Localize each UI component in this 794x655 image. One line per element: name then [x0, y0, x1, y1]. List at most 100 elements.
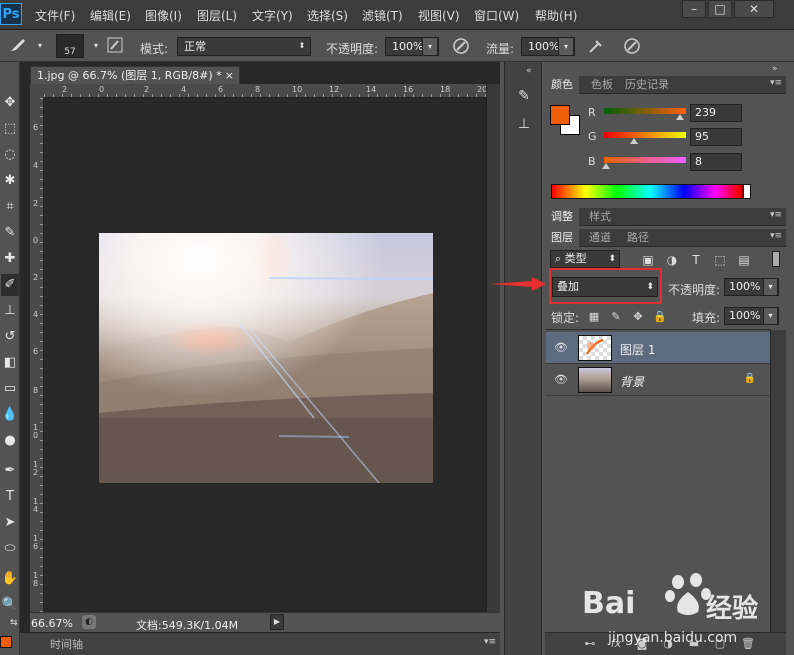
menu-image[interactable]: 图像(I): [145, 7, 182, 24]
tab-layers[interactable]: 图层: [545, 229, 579, 247]
foreground-color-swatch[interactable]: [0, 636, 12, 648]
horizontal-ruler[interactable]: [44, 84, 486, 98]
brush-size-preview[interactable]: 57: [56, 34, 84, 58]
magic-wand-tool-icon[interactable]: ✱: [1, 170, 19, 192]
menu-file[interactable]: 文件(F): [35, 7, 75, 24]
filter-toggle-switch[interactable]: [772, 251, 780, 267]
panel-menu-icon[interactable]: ▾≡: [770, 231, 782, 241]
adjustment-layer-filter-icon[interactable]: ◑: [664, 252, 680, 268]
maximize-button[interactable]: □: [708, 0, 732, 18]
panel-menu-icon[interactable]: ▾≡: [770, 78, 782, 88]
panel-menu-icon[interactable]: ▾≡: [770, 210, 782, 220]
move-tool-icon[interactable]: ✥: [1, 92, 19, 114]
menu-layer[interactable]: 图层(L): [197, 7, 237, 24]
desert-photo[interactable]: [99, 233, 433, 483]
eraser-tool-icon[interactable]: ◧: [1, 352, 19, 374]
green-slider[interactable]: [604, 132, 686, 138]
pressure-opacity-icon[interactable]: [451, 37, 471, 55]
status-menu-arrow-icon[interactable]: ▶: [270, 614, 284, 630]
eye-icon[interactable]: 👁: [554, 373, 568, 387]
chevron-down-icon[interactable]: ▾: [763, 278, 778, 296]
status-info-icon[interactable]: ◐: [82, 615, 96, 629]
menu-help[interactable]: 帮助(H): [535, 7, 577, 24]
eyedropper-tool-icon[interactable]: ✎: [1, 222, 19, 244]
timeline-label[interactable]: 时间轴: [50, 636, 83, 652]
layer-name[interactable]: 背景: [620, 373, 644, 390]
blue-value-input[interactable]: 8: [690, 153, 742, 171]
opacity-input[interactable]: 100% ▾: [385, 37, 439, 56]
foreground-color-swatch[interactable]: [550, 105, 570, 125]
gradient-tool-icon[interactable]: ▭: [1, 378, 19, 400]
menu-edit[interactable]: 编辑(E): [90, 7, 131, 24]
shape-tool-icon[interactable]: ⬭: [1, 538, 19, 560]
healing-brush-tool-icon[interactable]: ✚: [1, 248, 19, 270]
red-slider[interactable]: [604, 108, 686, 114]
expand-arrows-icon[interactable]: »: [772, 64, 778, 74]
lock-image-pixels-icon[interactable]: ✎: [608, 310, 624, 324]
brush-tool-icon[interactable]: ✐: [1, 274, 19, 296]
brush-presets-icon[interactable]: ✎: [514, 88, 534, 108]
white-swatch[interactable]: [743, 184, 751, 199]
smart-object-filter-icon[interactable]: ▤: [736, 252, 752, 268]
path-selection-tool-icon[interactable]: ➤: [1, 512, 19, 534]
clone-source-icon[interactable]: ⊥: [514, 116, 534, 136]
layer-opacity-input[interactable]: 100% ▾: [724, 278, 779, 296]
tab-styles[interactable]: 样式: [583, 208, 617, 226]
tab-paths[interactable]: 路径: [621, 229, 655, 247]
tab-adjustments[interactable]: 调整: [545, 208, 579, 226]
pixel-layer-filter-icon[interactable]: ▣: [640, 252, 656, 268]
red-value-input[interactable]: 239: [690, 104, 742, 122]
tab-channels[interactable]: 通道: [583, 229, 617, 247]
swap-colors-icon[interactable]: ⇆: [10, 618, 18, 628]
layer-row[interactable]: 👁 图层 1: [546, 332, 770, 364]
lock-position-icon[interactable]: ✥: [630, 310, 646, 324]
collapse-arrows-icon[interactable]: «: [526, 66, 532, 76]
lock-transparent-pixels-icon[interactable]: ▦: [586, 310, 602, 324]
menu-select[interactable]: 选择(S): [307, 7, 348, 24]
green-slider-thumb[interactable]: [630, 138, 638, 144]
blue-slider[interactable]: [604, 157, 686, 163]
chevron-down-icon[interactable]: ▾: [763, 307, 778, 325]
tab-history[interactable]: 历史记录: [619, 76, 675, 94]
mode-select[interactable]: 正常 ⬍: [177, 37, 311, 56]
marquee-tool-icon[interactable]: ⬚: [1, 118, 19, 140]
menu-filter[interactable]: 滤镜(T): [362, 7, 403, 24]
shape-layer-filter-icon[interactable]: ⬚: [712, 252, 728, 268]
close-icon[interactable]: ×: [225, 67, 234, 85]
chevron-down-icon[interactable]: ▾: [558, 37, 574, 56]
zoom-level[interactable]: 66.67%: [31, 617, 73, 630]
lock-all-icon[interactable]: 🔒: [652, 310, 668, 324]
layer-row[interactable]: 👁 背景 🔒: [546, 364, 770, 396]
brush-picker-chevron-icon[interactable]: ▾: [86, 37, 106, 55]
menu-type[interactable]: 文字(Y): [252, 7, 293, 24]
fill-input[interactable]: 100% ▾: [724, 307, 779, 325]
layer-name[interactable]: 图层 1: [620, 341, 655, 358]
eye-icon[interactable]: 👁: [554, 341, 568, 355]
dodge-tool-icon[interactable]: ●: [1, 430, 19, 452]
panel-menu-icon[interactable]: ▾≡: [484, 637, 496, 647]
menu-window[interactable]: 窗口(W): [474, 7, 519, 24]
blue-slider-thumb[interactable]: [602, 163, 610, 169]
menu-view[interactable]: 视图(V): [418, 7, 460, 24]
airbrush-icon[interactable]: [586, 37, 606, 55]
tab-swatches[interactable]: 色板: [585, 76, 619, 94]
chevron-down-icon[interactable]: ▾: [422, 37, 438, 56]
tab-color[interactable]: 颜色: [545, 76, 579, 94]
pen-tool-icon[interactable]: ✒: [1, 460, 19, 482]
pressure-size-icon[interactable]: [622, 37, 642, 55]
blur-tool-icon[interactable]: 💧: [1, 404, 19, 426]
minimize-button[interactable]: –: [682, 0, 706, 18]
red-slider-thumb[interactable]: [676, 114, 684, 120]
close-button[interactable]: ✕: [734, 0, 774, 18]
green-value-input[interactable]: 95: [690, 128, 742, 146]
hand-tool-icon[interactable]: ✋: [1, 568, 19, 590]
document-tab[interactable]: 1.jpg @ 66.7% (图层 1, RGB/8#) * ×: [30, 66, 240, 84]
brush-tool-icon[interactable]: [8, 37, 28, 55]
crop-tool-icon[interactable]: ⌗: [1, 196, 19, 218]
history-brush-tool-icon[interactable]: ↺: [1, 326, 19, 348]
clone-stamp-tool-icon[interactable]: ⊥: [1, 300, 19, 322]
layer-filter-select[interactable]: ⌕ 类型 ⬍: [550, 250, 620, 268]
lasso-tool-icon[interactable]: ◌: [1, 144, 19, 166]
type-layer-filter-icon[interactable]: T: [688, 252, 704, 268]
color-spectrum-bar[interactable]: [551, 184, 750, 199]
